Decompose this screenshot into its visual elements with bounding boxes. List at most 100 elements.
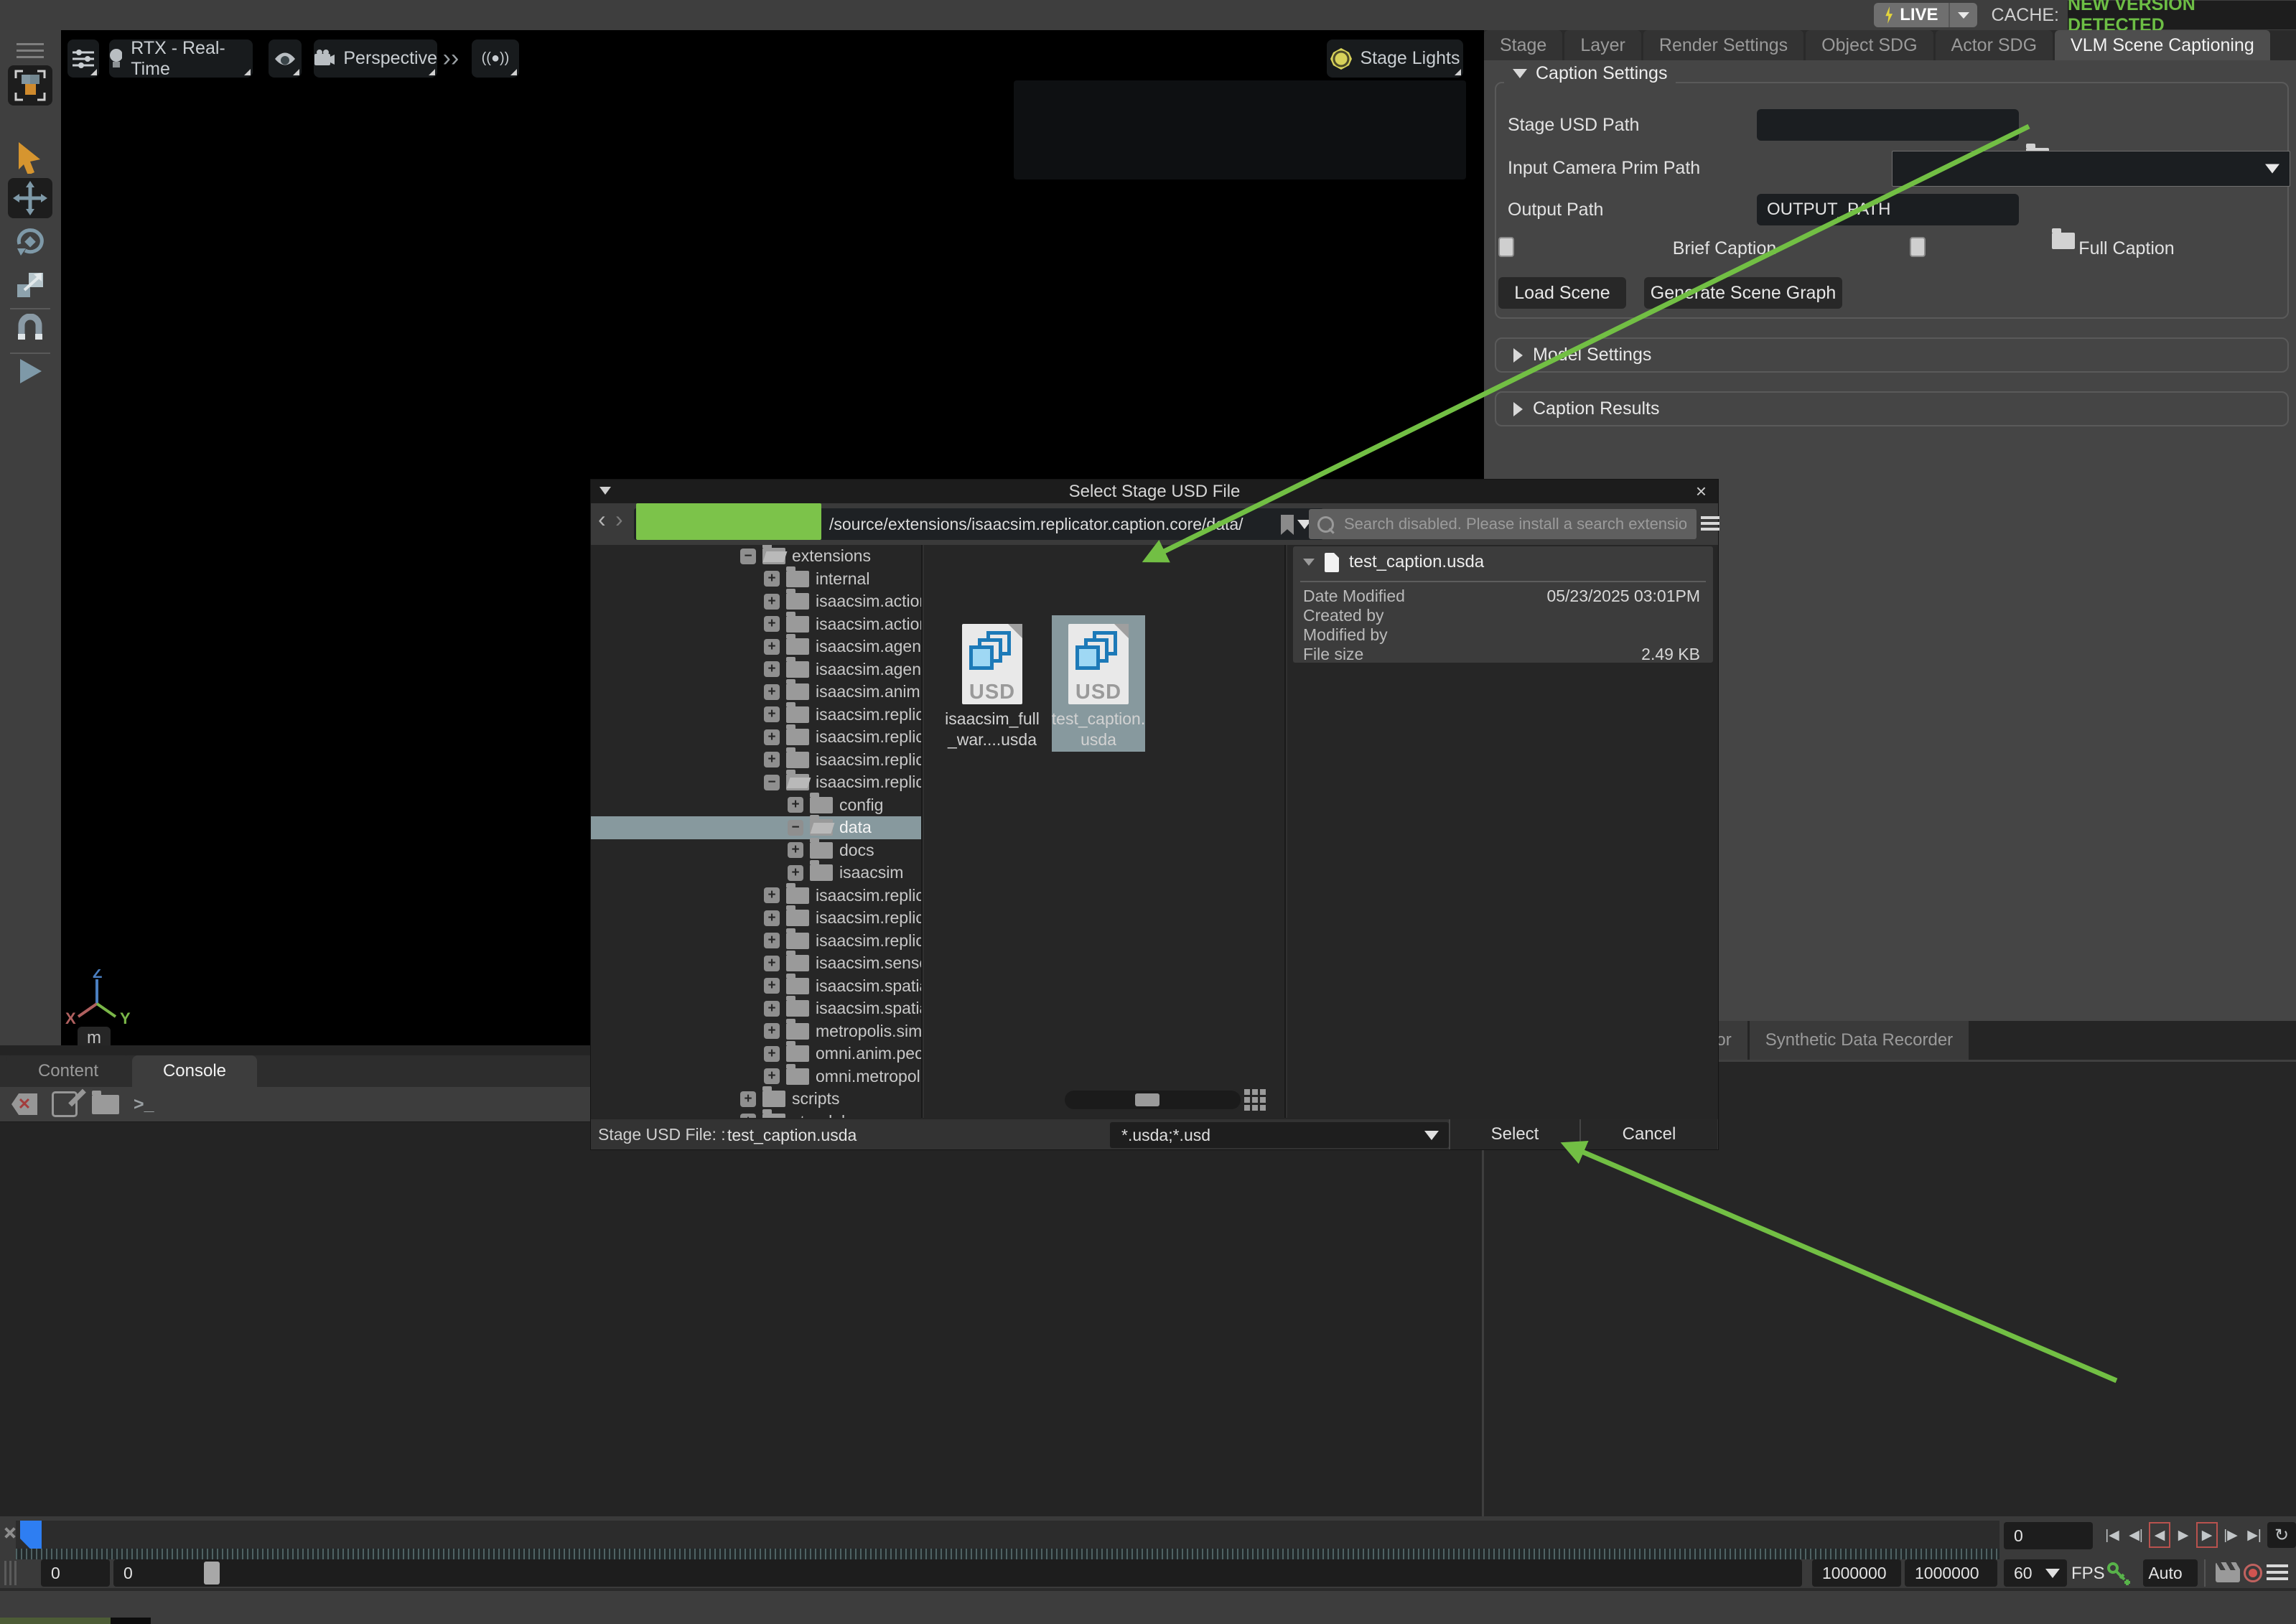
load-scene-button[interactable]: Load Scene: [1498, 277, 1626, 309]
edit-log-button[interactable]: [52, 1091, 78, 1117]
timeline-grip[interactable]: [4, 1561, 19, 1589]
tree-item[interactable]: + isaacsim.anim.rob: [591, 681, 921, 704]
tree-toggle-icon[interactable]: +: [764, 752, 780, 767]
scrub-handle[interactable]: [204, 1562, 220, 1585]
toolbar-overflow-chevrons[interactable]: ››: [439, 39, 462, 78]
move-tool-button[interactable]: [8, 178, 52, 218]
tree-item[interactable]: + isaacsim.sensors.: [591, 952, 921, 975]
back-icon[interactable]: ‹: [598, 506, 606, 533]
current-frame-field[interactable]: [2004, 1522, 2093, 1549]
play-backward-button[interactable]: ◀: [2149, 1522, 2170, 1548]
tab-vlm-scene-captioning[interactable]: VLM Scene Captioning: [2055, 30, 2270, 60]
clear-console-button[interactable]: ✕: [11, 1093, 37, 1115]
tree-toggle-icon[interactable]: −: [764, 775, 780, 790]
prev-keyframe-button[interactable]: ◀|: [2125, 1522, 2147, 1548]
tree-toggle-icon[interactable]: +: [788, 865, 803, 881]
cancel-button[interactable]: Cancel: [1579, 1119, 1717, 1149]
close-icon[interactable]: ×: [1696, 480, 1707, 503]
tree-item[interactable]: − extensions: [591, 545, 921, 568]
tree-item[interactable]: + isaacsim.replicato: [591, 704, 921, 727]
tree-item[interactable]: + metropolis.simula: [591, 1020, 921, 1043]
tree-item[interactable]: + isaacsim.agent.pl: [591, 658, 921, 681]
tree-item[interactable]: + omni.anim.people: [591, 1042, 921, 1065]
tree-item[interactable]: + scripts: [591, 1088, 921, 1111]
file-isaacsim-full-warehouse[interactable]: USD isaacsim_full _war....usda: [946, 615, 1039, 752]
tree-item[interactable]: + isaacsim.action_a: [591, 590, 921, 613]
range-start-field[interactable]: [41, 1559, 110, 1587]
timeline-menu-button[interactable]: [2267, 1561, 2288, 1584]
tree-item[interactable]: + isaacsim.replicato: [591, 907, 921, 930]
caption-settings-header[interactable]: Caption Settings: [1504, 63, 1676, 84]
generate-scene-graph-button[interactable]: Generate Scene Graph: [1644, 277, 1842, 309]
tree-item[interactable]: + omni.metropolis.u: [591, 1065, 921, 1088]
file-type-filter[interactable]: *.usda;*.usd: [1110, 1122, 1449, 1148]
model-settings-header[interactable]: Model Settings: [1513, 345, 1651, 365]
tree-item[interactable]: + isaacsim.action_a: [591, 613, 921, 636]
tree-item[interactable]: + isaacsim.replicato: [591, 726, 921, 749]
tree-toggle-icon[interactable]: +: [764, 933, 780, 948]
view-options-button[interactable]: [1701, 513, 1719, 533]
slider-handle[interactable]: [1135, 1093, 1159, 1106]
tree-toggle-icon[interactable]: +: [740, 1091, 756, 1107]
units-button[interactable]: m: [78, 1027, 111, 1045]
tree-toggle-icon[interactable]: +: [764, 571, 780, 587]
tree-toggle-icon[interactable]: +: [764, 639, 780, 655]
viewport-settings-button[interactable]: [67, 39, 99, 78]
tree-item[interactable]: + isaacsim: [591, 862, 921, 885]
live-button[interactable]: LIVE: [1874, 3, 1948, 27]
tree-item[interactable]: + docs: [591, 839, 921, 862]
tree-toggle-icon[interactable]: +: [764, 616, 780, 632]
tree-toggle-icon[interactable]: +: [764, 1001, 780, 1017]
file-name-field[interactable]: [726, 1122, 1088, 1148]
skip-to-start-button[interactable]: |◀: [2101, 1522, 2123, 1548]
caption-results-header[interactable]: Caption Results: [1513, 398, 1659, 419]
stage-lights-button[interactable]: Stage Lights: [1327, 39, 1463, 78]
select-mode-button[interactable]: [8, 65, 52, 106]
tree-toggle-icon[interactable]: +: [764, 1068, 780, 1084]
select-button[interactable]: Select: [1449, 1119, 1579, 1149]
tree-item[interactable]: + standalone_example: [591, 1111, 921, 1119]
stage-usd-path-field[interactable]: [1757, 109, 2019, 141]
tree-toggle-icon[interactable]: −: [788, 820, 803, 836]
tree-item[interactable]: + isaacsim.agent.pl: [591, 635, 921, 658]
input-camera-combo[interactable]: [1892, 151, 2290, 187]
renderer-button[interactable]: RTX - Real-Time: [109, 39, 253, 78]
live-dropdown-button[interactable]: [1949, 3, 1977, 27]
fps-combo[interactable]: 60: [2004, 1559, 2067, 1587]
full-caption-checkbox[interactable]: [1910, 237, 1926, 257]
close-icon[interactable]: [3, 1526, 16, 1539]
skip-to-end-button[interactable]: ▶|: [2244, 1522, 2265, 1548]
tree-item[interactable]: + isaacsim.replicato: [591, 749, 921, 772]
tab-stage[interactable]: Stage: [1484, 30, 1562, 60]
tree-item[interactable]: + isaacsim.replicato: [591, 930, 921, 953]
open-log-folder-button[interactable]: [92, 1095, 119, 1114]
toolbar-grip[interactable]: [17, 39, 44, 62]
tree-item[interactable]: + isaacsim.replicato: [591, 885, 921, 907]
output-path-field[interactable]: [1757, 194, 2019, 225]
tree-item[interactable]: + config: [591, 794, 921, 817]
tree-toggle-icon[interactable]: −: [740, 549, 756, 564]
tree-toggle-icon[interactable]: +: [764, 1046, 780, 1062]
snap-tool-button[interactable]: [16, 314, 45, 345]
grid-view-icon[interactable]: [1244, 1089, 1250, 1095]
rotate-tool-button[interactable]: [14, 225, 46, 261]
tab-synthetic-data-recorder[interactable]: Synthetic Data Recorder: [1750, 1021, 1969, 1060]
select-tool-button[interactable]: [16, 141, 45, 177]
collapse-arrow-icon[interactable]: [1303, 559, 1315, 566]
tree-toggle-icon[interactable]: +: [764, 661, 780, 677]
tree-item[interactable]: + isaacsim.spatial.s: [591, 975, 921, 998]
tree-toggle-icon[interactable]: +: [764, 910, 780, 926]
forward-icon[interactable]: ›: [615, 506, 623, 533]
step-forward-button[interactable]: ▶: [2196, 1522, 2218, 1548]
tree-item[interactable]: − data: [591, 816, 921, 839]
tree-toggle-icon[interactable]: +: [764, 1023, 780, 1039]
tree-toggle-icon[interactable]: +: [764, 729, 780, 745]
tree-toggle-icon[interactable]: +: [764, 887, 780, 903]
tab-object-sdg[interactable]: Object SDG: [1806, 30, 1933, 60]
tab-console[interactable]: Console: [132, 1055, 257, 1087]
audio-button[interactable]: ((●)): [472, 39, 519, 78]
tab-layer[interactable]: Layer: [1564, 30, 1641, 60]
timeline-scrub-track[interactable]: 0: [113, 1559, 1802, 1587]
tree-toggle-icon[interactable]: +: [764, 684, 780, 700]
console-output[interactable]: [0, 1121, 1482, 1517]
